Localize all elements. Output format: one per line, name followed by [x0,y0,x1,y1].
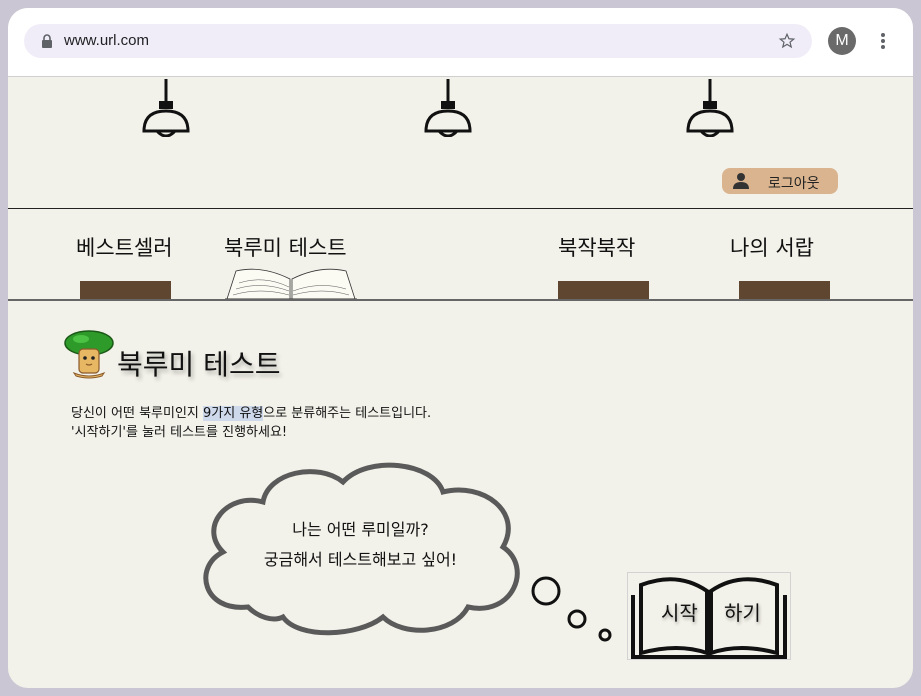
start-label-part-2: 하기 [724,601,761,625]
user-icon [733,173,749,189]
thought-cloud-text: 나는 어떤 루미일까? 궁금해서 테스트해보고 싶어! [188,515,533,575]
description-text: 당신이 어떤 북루미인지 [71,406,203,421]
nav-item-bookrumi-test[interactable]: 북루미 테스트 [224,232,347,262]
test-description: 당신이 어떤 북루미인지 9가지 유형으로 분류해주는 테스트입니다. '시작하… [71,404,431,442]
logout-button[interactable]: 로그아웃 [722,168,838,194]
description-line-2: '시작하기'를 눌러 테스트를 진행하세요! [71,425,288,440]
page-title: 북루미 테스트 [117,348,281,381]
description-line-1: 당신이 어떤 북루미인지 9가지 유형으로 분류해주는 테스트입니다. [71,404,431,423]
logout-label: 로그아웃 [768,176,820,192]
cloud-line-2: 궁금해서 테스트해보고 싶어! [263,550,458,569]
pendant-lamp-icon [142,79,190,137]
nav-item-bestseller[interactable]: 베스트셀러 [76,232,173,262]
browser-toolbar: www.url.com M [8,8,913,77]
profile-avatar[interactable]: M [828,27,856,55]
pendant-lamp-icon [686,79,734,137]
start-test-button[interactable]: 시작 하기 [627,572,791,660]
description-highlight: 9가지 유형 [203,406,264,421]
more-menu-icon[interactable] [880,32,886,50]
start-label-part-1: 시작 [661,601,698,625]
nav-item-my-drawer[interactable]: 나의 서랍 [730,232,814,262]
browser-window: www.url.com M 로그아웃 베스트셀러 북루미 테스트 북작북작 나의… [8,8,913,688]
bookmark-star-icon[interactable] [778,32,796,50]
thought-bubbles-icon [531,576,612,642]
nav-shelf-bestseller [80,281,171,299]
tree-mascot-icon [64,330,114,379]
cloud-line-1: 나는 어떤 루미일까? [292,520,429,539]
address-bar[interactable]: www.url.com [24,24,812,58]
nav-item-bookjak[interactable]: 북작북작 [558,232,635,262]
lock-icon [42,34,52,48]
page-content: 로그아웃 베스트셀러 북루미 테스트 북작북작 나의 서랍 북루미 테스트 당신… [8,77,913,688]
description-text: 으로 분류해주는 테스트입니다. [263,406,432,421]
open-book-icon [631,577,787,659]
nav-shelf-bookjak [558,281,649,299]
open-book-active-icon [225,268,357,300]
nav-divider [8,299,913,301]
pendant-lamp-icon [424,79,472,137]
header-divider [8,208,913,209]
nav-shelf-my-drawer [739,281,830,299]
url-text[interactable]: www.url.com [64,32,149,49]
